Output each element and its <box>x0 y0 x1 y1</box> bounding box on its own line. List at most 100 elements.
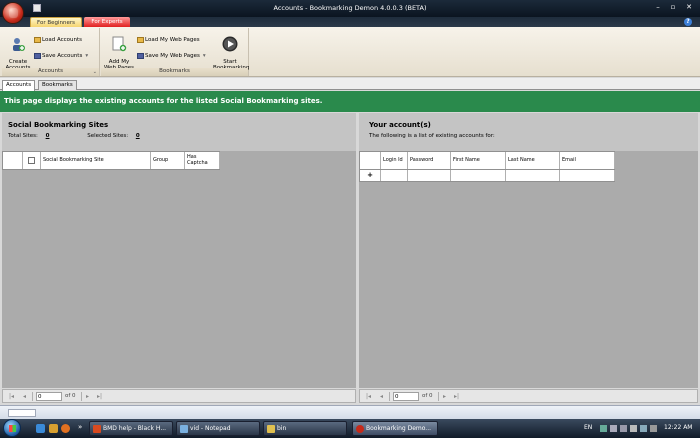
password-cell[interactable] <box>408 170 451 181</box>
social-sites-panel: Social Bookmarking Sites Total Sites: 0 … <box>2 113 356 388</box>
tab-for-beginners[interactable]: For Beginners <box>30 17 82 27</box>
task-bmd-help[interactable]: BMD help - Black H... <box>89 421 173 436</box>
load-accounts-button[interactable]: Load Accounts <box>34 36 82 44</box>
tray-shield-icon[interactable] <box>600 425 607 432</box>
maximize-icon[interactable]: ▫ <box>668 2 678 12</box>
nav-separator <box>32 392 33 401</box>
add-page-icon <box>112 36 127 52</box>
close-icon[interactable]: ✕ <box>684 2 694 12</box>
document-tabs: Accounts Bookmarks <box>0 78 700 91</box>
nav-separator <box>81 392 82 401</box>
dropdown-arrow-icon[interactable]: ▾ <box>203 53 206 59</box>
save-icon <box>137 52 144 59</box>
row-header-cell <box>360 152 381 169</box>
tray-network-icon[interactable] <box>610 425 617 432</box>
prev-record-icon[interactable]: ◂ <box>23 393 26 400</box>
tray-app-icon[interactable] <box>640 425 647 432</box>
social-sites-header: Social Bookmarking Sites Total Sites: 0 … <box>2 113 356 151</box>
ribbon-group-bookmarks: Add My Web Pages Load My Web Pages Save … <box>101 28 249 76</box>
ribbon-group-label-bookmarks: Bookmarks <box>101 68 248 76</box>
tray-display-icon[interactable] <box>620 425 627 432</box>
save-accounts-button[interactable]: Save Accounts ▾ <box>34 52 88 60</box>
taskbar: » BMD help - Black H... vid - Notepad bi… <box>0 419 700 438</box>
col-group[interactable]: Group <box>151 152 185 169</box>
record-count-label: of 0 <box>65 393 76 399</box>
help-icon[interactable]: ? <box>684 18 692 26</box>
task-bookmarking-demon[interactable]: Bookmarking Demo... <box>352 421 438 436</box>
select-all-checkbox[interactable] <box>23 152 41 169</box>
prev-record-icon[interactable]: ◂ <box>380 393 383 400</box>
windows-logo-icon <box>9 425 16 432</box>
first-record-icon[interactable]: |◂ <box>366 393 371 400</box>
quicklaunch-more-icon[interactable]: » <box>78 423 82 431</box>
folder-icon <box>137 36 144 43</box>
app-logo-icon <box>356 425 364 433</box>
title-bar: Accounts - Bookmarking Demon 4.0.0.3 (BE… <box>0 0 700 17</box>
col-password[interactable]: Password <box>408 152 451 169</box>
save-my-web-pages-button[interactable]: Save My Web Pages ▾ <box>137 52 206 60</box>
checkbox-icon <box>28 157 35 164</box>
next-record-icon[interactable]: ▸ <box>86 393 89 400</box>
first-record-icon[interactable]: |◂ <box>9 393 14 400</box>
accounts-navigator: |◂ ◂ 0 of 0 ▸ ▸| <box>359 389 698 403</box>
nav-separator <box>438 392 439 401</box>
nav-separator <box>389 392 390 401</box>
tab-for-experts[interactable]: For Experts <box>84 17 130 27</box>
ribbon-tab-row: For Beginners For Experts ? <box>0 17 700 27</box>
tray-app-icon-2[interactable] <box>650 425 657 432</box>
firefox-icon <box>93 425 101 433</box>
record-position-input[interactable]: 0 <box>36 392 62 401</box>
login-id-cell[interactable] <box>381 170 408 181</box>
create-accounts-button[interactable]: Create Accounts <box>4 30 32 71</box>
status-bar <box>0 405 700 419</box>
accounts-subtitle: The following is a list of existing acco… <box>369 133 495 139</box>
col-first-name[interactable]: First Name <box>451 152 506 169</box>
sites-grid-header: Social Bookmarking Site Group Has Captch… <box>2 151 220 170</box>
site-counts: Total Sites: 0 Selected Sites: 0 <box>8 133 140 139</box>
tab-accounts[interactable]: Accounts <box>2 80 36 91</box>
minimize-icon[interactable]: – <box>653 2 663 12</box>
load-my-web-pages-button[interactable]: Load My Web Pages <box>137 36 200 44</box>
folder-icon <box>34 36 41 43</box>
tab-bookmarks[interactable]: Bookmarks <box>38 80 77 90</box>
new-account-row[interactable]: + <box>359 170 615 182</box>
ribbon-group-label-accounts: Accounts <box>2 68 99 76</box>
total-sites-value: 0 <box>45 133 50 139</box>
group-launcher-icon[interactable]: ⌄ <box>93 69 97 75</box>
col-last-name[interactable]: Last Name <box>506 152 560 169</box>
add-my-web-pages-button[interactable]: Add My Web Pages <box>103 30 135 71</box>
col-email[interactable]: Email <box>560 152 615 169</box>
social-sites-title: Social Bookmarking Sites <box>8 121 109 129</box>
ie-icon[interactable] <box>36 424 45 433</box>
email-cell[interactable] <box>560 170 615 181</box>
start-bookmarking-button[interactable]: Start Bookmarking <box>213 30 249 71</box>
next-record-icon[interactable]: ▸ <box>443 393 446 400</box>
record-position-input[interactable]: 0 <box>393 392 419 401</box>
user-add-icon <box>13 38 25 51</box>
firefox-icon[interactable] <box>61 424 70 433</box>
first-name-cell[interactable] <box>451 170 506 181</box>
explorer-icon[interactable] <box>49 424 58 433</box>
ribbon: Create Accounts Load Accounts Save Accou… <box>0 27 700 77</box>
col-has-captcha[interactable]: Has Captcha <box>185 152 220 169</box>
last-record-icon[interactable]: ▸| <box>454 393 459 400</box>
accounts-panel: Your account(s) The following is a list … <box>359 113 698 388</box>
dropdown-arrow-icon[interactable]: ▾ <box>85 53 88 59</box>
tray-volume-icon[interactable] <box>630 425 637 432</box>
notepad-icon <box>180 425 188 433</box>
sites-navigator: |◂ ◂ 0 of 0 ▸ ▸| <box>2 389 356 403</box>
play-icon <box>222 36 238 52</box>
folder-icon <box>267 425 275 433</box>
col-social-bookmarking-site[interactable]: Social Bookmarking Site <box>41 152 151 169</box>
accounts-header: Your account(s) The following is a list … <box>359 113 698 151</box>
task-bin[interactable]: bin <box>263 421 347 436</box>
last-name-cell[interactable] <box>506 170 560 181</box>
task-notepad[interactable]: vid - Notepad <box>176 421 260 436</box>
app-menu-button[interactable] <box>2 2 24 24</box>
start-button[interactable] <box>3 419 21 437</box>
clock[interactable]: 12:22 AM <box>664 424 692 431</box>
language-indicator[interactable]: EN <box>584 424 592 431</box>
window-title: Accounts - Bookmarking Demon 4.0.0.3 (BE… <box>273 4 427 12</box>
col-login-id[interactable]: Login Id <box>381 152 408 169</box>
last-record-icon[interactable]: ▸| <box>97 393 102 400</box>
